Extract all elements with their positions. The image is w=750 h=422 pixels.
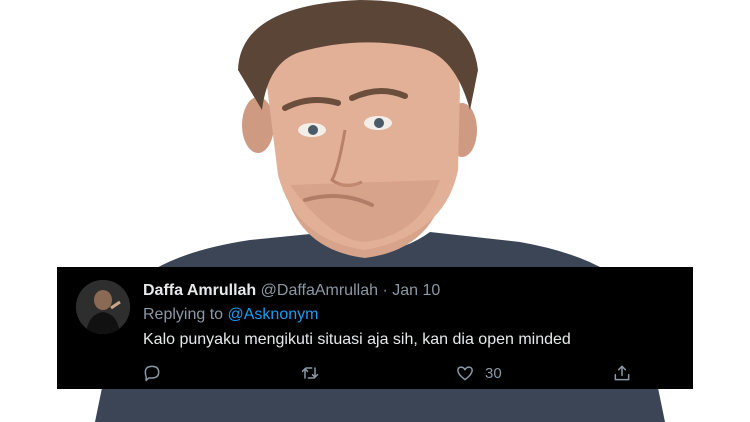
reply-icon [144,365,160,382]
like-count: 30 [485,364,502,382]
display-name[interactable]: Daffa Amrullah [143,282,256,299]
avatar[interactable] [76,280,130,334]
avatar-image [76,280,130,334]
share-button[interactable] [612,361,632,385]
retweet-button[interactable] [300,361,320,385]
retweet-icon [301,367,319,379]
reply-button[interactable] [142,361,162,385]
tweet-actions: 30 [57,361,693,385]
separator: · [382,282,388,299]
replying-prefix: Replying to [143,306,224,323]
share-icon [614,365,630,381]
mention-link[interactable]: @Asknonym [228,306,319,323]
like-icon [457,366,473,381]
replying-to-line: Replying to @Asknonym [143,305,318,325]
tweet-header: Daffa Amrullah @DaffaAmrullah · Jan 10 [143,281,440,301]
tweet-card[interactable]: Daffa Amrullah @DaffaAmrullah · Jan 10 R… [57,267,693,389]
handle[interactable]: @DaffaAmrullah [261,282,378,299]
left-ear [242,97,274,153]
like-button[interactable]: 30 [455,361,502,385]
tweet-text: Kalo punyaku mengikuti situasi aja sih, … [143,331,571,348]
tweet-date[interactable]: Jan 10 [392,282,440,299]
